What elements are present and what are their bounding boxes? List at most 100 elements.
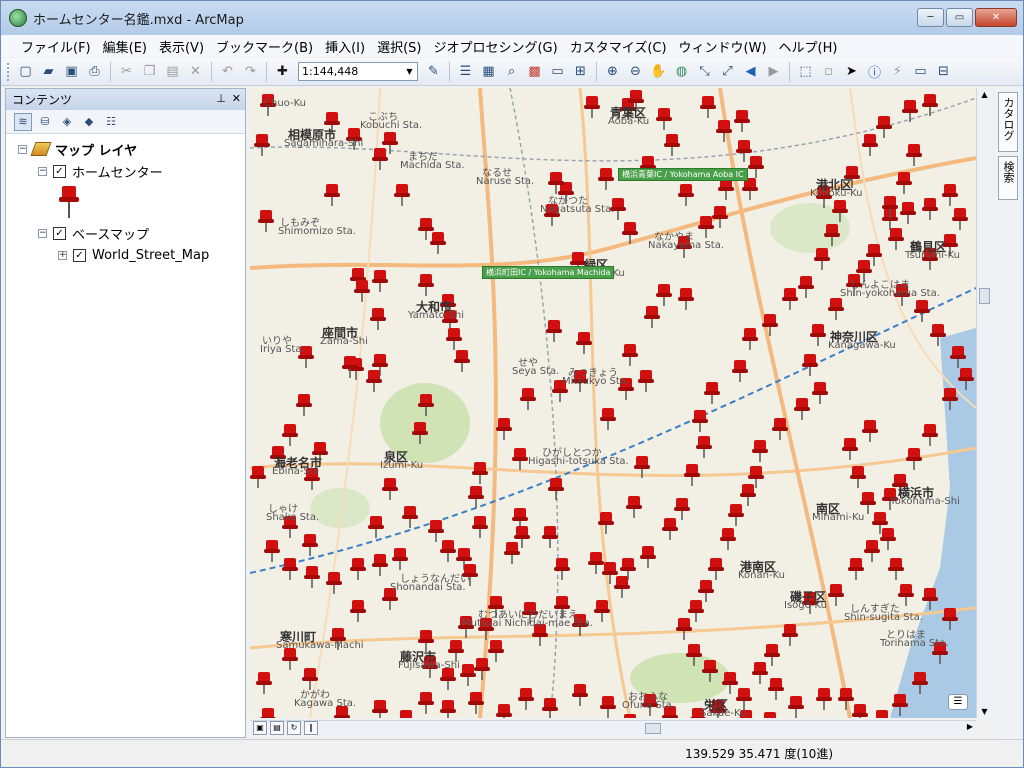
data-view-icon[interactable]: ▣ (253, 721, 267, 735)
home-center-pin-icon[interactable] (802, 354, 818, 376)
home-center-pin-icon[interactable] (814, 248, 830, 270)
menu-view[interactable]: 表示(V) (153, 35, 210, 58)
redo-icon[interactable]: ↷ (240, 61, 261, 82)
list-by-selection-icon[interactable]: ◆ (80, 113, 98, 131)
home-center-pin-icon[interactable] (700, 96, 716, 118)
print-icon[interactable]: ⎙ (84, 61, 105, 82)
options-icon[interactable]: ☷ (102, 113, 120, 131)
home-center-pin-icon[interactable] (816, 688, 832, 710)
home-center-pin-icon[interactable] (394, 184, 410, 206)
home-center-pin-icon[interactable] (446, 328, 462, 350)
layer-visibility-checkbox[interactable]: ✓ (73, 248, 86, 262)
save-icon[interactable]: ▣ (61, 61, 82, 82)
home-center-pin-icon[interactable] (512, 448, 528, 470)
close-icon[interactable]: ✕ (232, 92, 241, 105)
home-center-pin-icon[interactable] (656, 284, 672, 306)
close-button[interactable]: ✕ (975, 8, 1017, 27)
tree-row-basemap[interactable]: − ✓ ベースマップ (6, 222, 245, 244)
home-center-pin-icon[interactable] (626, 496, 642, 518)
scroll-right-icon[interactable]: ▶ (967, 722, 973, 731)
home-center-pin-icon[interactable] (640, 546, 656, 568)
home-center-pin-icon[interactable] (788, 696, 804, 718)
fixed-zoom-out-icon[interactable]: ⤢ (717, 61, 738, 82)
catalog-window-icon[interactable]: ▦ (478, 61, 499, 82)
home-center-pin-icon[interactable] (600, 408, 616, 430)
undo-icon[interactable]: ↶ (217, 61, 238, 82)
home-center-pin-icon[interactable] (708, 558, 724, 580)
home-center-pin-icon[interactable] (850, 466, 866, 488)
home-center-pin-icon[interactable] (598, 512, 614, 534)
layer-visibility-checkbox[interactable]: ✓ (53, 226, 66, 240)
collapse-icon[interactable]: − (38, 166, 47, 176)
home-center-pin-icon[interactable] (900, 202, 916, 224)
home-center-pin-icon[interactable] (688, 600, 704, 622)
home-center-pin-icon[interactable] (732, 360, 748, 382)
paste-icon[interactable]: ▤ (162, 61, 183, 82)
home-center-pin-icon[interactable] (862, 134, 878, 156)
home-center-pin-icon[interactable] (852, 704, 868, 718)
home-center-pin-icon[interactable] (742, 178, 758, 200)
home-center-pin-icon[interactable] (440, 540, 456, 562)
select-features-icon[interactable]: ⬚ (795, 61, 816, 82)
home-center-pin-icon[interactable] (764, 644, 780, 666)
full-extent-globe-icon[interactable]: ◍ (671, 61, 692, 82)
home-center-pin-icon[interactable] (418, 274, 434, 296)
home-center-pin-icon[interactable] (296, 394, 312, 416)
tree-row-home-center[interactable]: − ✓ ホームセンター (6, 160, 245, 182)
expand-icon[interactable]: + (58, 250, 67, 260)
home-center-pin-icon[interactable] (922, 94, 938, 116)
python-window-icon[interactable]: ▭ (547, 61, 568, 82)
home-center-pin-icon[interactable] (496, 704, 512, 718)
search-window-icon[interactable]: ⌕ (501, 61, 522, 82)
add-data-icon[interactable]: ✚ (272, 61, 293, 82)
home-center-pin-icon[interactable] (874, 710, 890, 718)
home-center-pin-icon[interactable] (662, 518, 678, 540)
home-center-pin-icon[interactable] (594, 600, 610, 622)
back-extent-icon[interactable]: ◀ (740, 61, 761, 82)
home-center-pin-icon[interactable] (368, 516, 384, 538)
home-center-pin-icon[interactable] (542, 698, 558, 718)
home-center-pin-icon[interactable] (598, 168, 614, 190)
list-by-source-icon[interactable]: ⛁ (36, 113, 54, 131)
home-center-pin-icon[interactable] (504, 542, 520, 564)
home-center-pin-icon[interactable] (762, 314, 778, 336)
home-center-pin-icon[interactable] (880, 528, 896, 550)
home-center-pin-icon[interactable] (862, 420, 878, 442)
home-center-pin-icon[interactable] (664, 134, 680, 156)
home-center-pin-icon[interactable] (810, 324, 826, 346)
home-center-pin-icon[interactable] (712, 206, 728, 228)
home-center-pin-icon[interactable] (282, 558, 298, 580)
home-center-pin-icon[interactable] (304, 566, 320, 588)
home-center-pin-icon[interactable] (782, 624, 798, 646)
copy-icon[interactable]: ❐ (139, 61, 160, 82)
home-center-pin-icon[interactable] (254, 134, 270, 156)
layout-view-icon[interactable]: ▤ (270, 721, 284, 735)
home-center-pin-icon[interactable] (768, 678, 784, 700)
model-builder-icon[interactable]: ⊞ (570, 61, 591, 82)
scroll-up-icon[interactable]: ▲ (977, 90, 992, 99)
collapse-icon[interactable]: − (18, 144, 27, 154)
clear-selection-icon[interactable]: ▫ (818, 61, 839, 82)
home-center-pin-icon[interactable] (488, 640, 504, 662)
home-center-pin-icon[interactable] (600, 696, 616, 718)
home-center-pin-icon[interactable] (448, 640, 464, 662)
chevron-down-icon[interactable]: ▼ (403, 64, 416, 79)
refresh-icon[interactable]: ↻ (287, 721, 301, 735)
home-center-pin-icon[interactable] (782, 288, 798, 310)
home-center-pin-icon[interactable] (622, 344, 638, 366)
table-of-contents-icon[interactable]: ☰ (455, 61, 476, 82)
home-center-pin-icon[interactable] (722, 672, 738, 694)
home-center-pin-icon[interactable] (302, 534, 318, 556)
home-center-pin-icon[interactable] (572, 684, 588, 706)
home-center-pin-icon[interactable] (896, 172, 912, 194)
home-center-pin-icon[interactable] (698, 216, 714, 238)
home-center-pin-icon[interactable] (576, 332, 592, 354)
home-center-pin-icon[interactable] (264, 540, 280, 562)
home-center-pin-icon[interactable] (678, 184, 694, 206)
home-center-pin-icon[interactable] (828, 584, 844, 606)
home-center-pin-icon[interactable] (888, 558, 904, 580)
home-center-pin-icon[interactable] (906, 448, 922, 470)
menu-edit[interactable]: 編集(E) (97, 35, 153, 58)
home-center-pin-icon[interactable] (622, 714, 638, 718)
home-center-pin-icon[interactable] (372, 700, 388, 718)
